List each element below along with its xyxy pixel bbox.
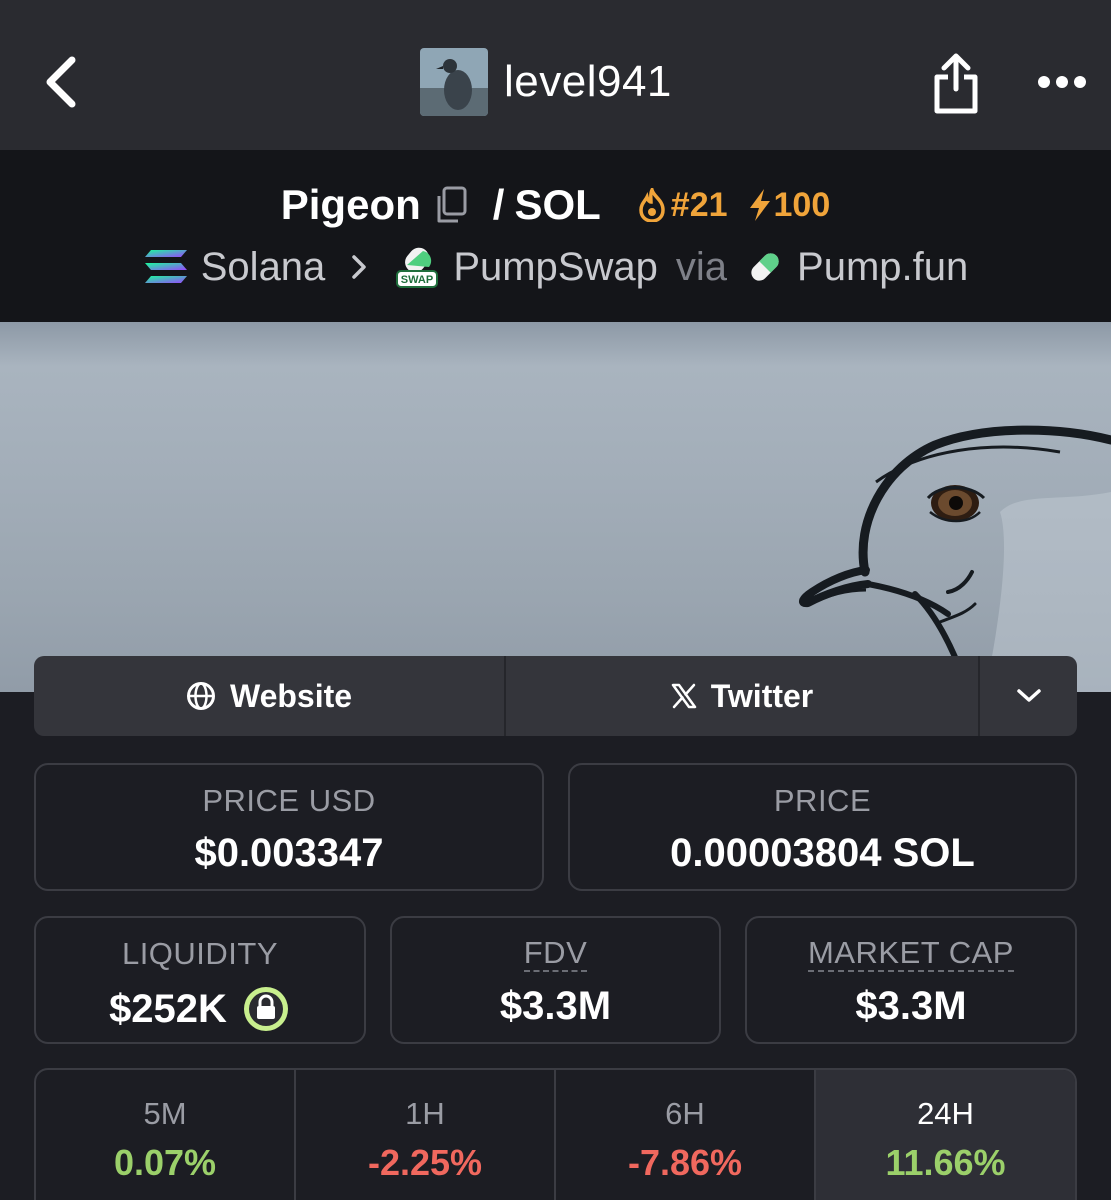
tab-label: 24H	[917, 1096, 974, 1131]
copy-icon[interactable]	[433, 185, 469, 225]
tab-6h[interactable]: 6H -7.86%	[556, 1070, 816, 1200]
chevron-right-icon	[351, 245, 367, 290]
share-icon	[934, 53, 978, 114]
pumpswap-icon: SWAP	[396, 247, 439, 288]
rank-value: #21	[670, 185, 728, 224]
fdv-value: $3.3M	[499, 984, 612, 1028]
price-native-value: 0.00003804 SOL	[670, 831, 975, 875]
token-header: Pigeon / SOL #21 100 Solana SWAP PumpSwa…	[0, 150, 1111, 322]
twitter-label: Twitter	[710, 677, 814, 714]
pigeon-illustration	[798, 425, 1111, 692]
price-usd-card: PRICE USD $0.003347	[34, 763, 544, 891]
lock-icon[interactable]	[241, 984, 291, 1034]
tab-label: 5M	[143, 1096, 187, 1131]
ellipsis-icon	[1038, 76, 1086, 88]
flame-icon	[639, 188, 665, 222]
market-cap-card[interactable]: MARKET CAP $3.3M	[745, 916, 1077, 1044]
trending-rank[interactable]: #21	[637, 186, 728, 225]
tab-24h[interactable]: 24H 11.66%	[816, 1070, 1075, 1200]
links-bar: Website Twitter	[34, 656, 1077, 736]
liquidity-card: LIQUIDITY $252K	[34, 916, 366, 1044]
website-label: Website	[229, 677, 353, 714]
back-button[interactable]	[30, 50, 90, 114]
via-label: via	[675, 244, 728, 289]
more-links-button[interactable]	[980, 656, 1077, 736]
dex-link[interactable]: PumpSwap	[453, 245, 658, 290]
more-options-button[interactable]	[1030, 58, 1094, 106]
username: level941	[504, 57, 672, 106]
token-banner	[0, 322, 1111, 692]
boost-value: 100	[773, 185, 831, 224]
twitter-button[interactable]: Twitter	[506, 656, 980, 736]
tab-change: -2.25%	[367, 1142, 483, 1183]
tab-change: 11.66%	[885, 1142, 1006, 1183]
market-cap-value: $3.3M	[855, 984, 967, 1028]
tab-label: 6H	[665, 1096, 705, 1131]
website-button[interactable]: Website	[34, 656, 506, 736]
tab-change: -7.86%	[627, 1142, 743, 1183]
price-usd-label: PRICE USD	[202, 783, 376, 818]
chain-link[interactable]: Solana	[201, 245, 326, 290]
lightning-icon	[749, 189, 770, 221]
quote-token: SOL	[514, 181, 601, 228]
boost-badge[interactable]: 100	[748, 185, 831, 225]
avatar	[420, 48, 488, 116]
tab-change: 0.07%	[113, 1142, 217, 1183]
timeframe-tabs: 5M 0.07% 1H -2.25% 6H -7.86% 24H 11.66%	[34, 1068, 1077, 1200]
price-native-card: PRICE 0.00003804 SOL	[568, 763, 1077, 891]
solana-icon	[144, 250, 187, 283]
tab-1h[interactable]: 1H -2.25%	[296, 1070, 556, 1200]
pair-separator: /	[492, 181, 505, 228]
pumpfun-pill-icon	[751, 253, 779, 281]
user-header[interactable]: level941	[420, 48, 672, 116]
market-cap-label: MARKET CAP	[808, 935, 1014, 972]
x-logo-icon	[671, 683, 696, 709]
route-row: Solana SWAP PumpSwap via Pump.fun	[0, 242, 1111, 292]
launchpad-link[interactable]: Pump.fun	[797, 245, 968, 290]
top-nav: level941	[0, 0, 1111, 150]
tab-label: 1H	[405, 1096, 445, 1131]
pair-row: Pigeon / SOL #21 100	[0, 180, 1111, 230]
price-usd-value: $0.003347	[194, 831, 384, 875]
fdv-card[interactable]: FDV $3.3M	[390, 916, 721, 1044]
liquidity-row: $252K	[109, 984, 291, 1034]
liquidity-label: LIQUIDITY	[121, 936, 279, 971]
liquidity-value: $252K	[109, 986, 227, 1031]
fdv-label: FDV	[523, 935, 588, 972]
globe-icon	[186, 682, 215, 710]
tab-5m[interactable]: 5M 0.07%	[36, 1070, 296, 1200]
share-button[interactable]	[925, 48, 987, 118]
pumpswap-badge-text: SWAP	[401, 274, 433, 286]
price-native-label: PRICE	[773, 783, 872, 818]
chevron-down-icon	[1016, 689, 1041, 702]
base-token: Pigeon	[280, 181, 421, 228]
chevron-left-icon	[46, 56, 76, 108]
